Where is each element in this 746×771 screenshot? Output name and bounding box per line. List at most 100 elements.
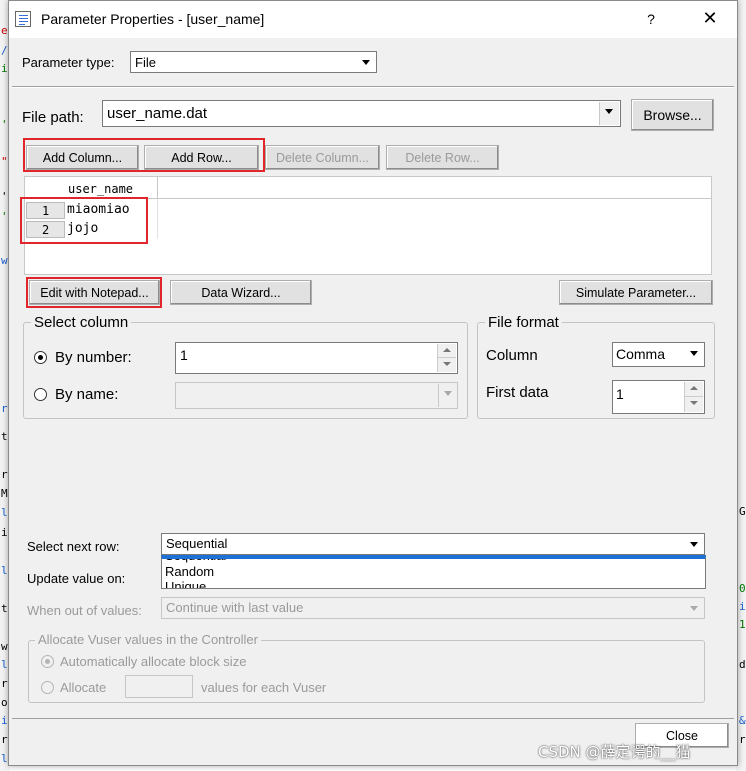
delete-column-button[interactable]: Delete Column... xyxy=(265,145,380,170)
watermark: CSDN @薛定谔的__猫 xyxy=(538,743,691,761)
next-row-dropdown-list[interactable]: Sequential Random Unique xyxy=(161,555,706,589)
manual-allocate-label: Allocate xyxy=(60,680,107,695)
grid-cell[interactable]: miaomiao xyxy=(67,202,130,217)
bg-char: ' xyxy=(1,190,8,203)
first-data-value: 1 xyxy=(616,386,624,402)
window-title: Parameter Properties - [user_name] xyxy=(41,11,265,27)
bg-char: l xyxy=(1,752,8,765)
bg-char: r xyxy=(1,468,8,481)
bg-char: l xyxy=(1,506,8,519)
bg-char: e xyxy=(1,24,8,37)
file-path-input[interactable]: user_name.dat xyxy=(102,100,621,127)
bg-char: t xyxy=(1,430,8,443)
spin-up-icon[interactable] xyxy=(438,344,456,358)
bg-char: i xyxy=(739,600,746,613)
select-next-row-select[interactable]: Sequential xyxy=(161,533,705,555)
row-number: 2 xyxy=(42,223,50,237)
out-of-values-label: When out of values: xyxy=(27,603,142,618)
bg-char: " xyxy=(1,155,8,168)
file-path-label: File path: xyxy=(22,109,84,126)
grid-column-header[interactable]: user_name xyxy=(68,182,133,196)
spin-down-icon[interactable] xyxy=(685,397,703,412)
bg-char: i xyxy=(1,62,8,75)
add-column-button[interactable]: Add Column... xyxy=(26,145,139,170)
bg-char: i xyxy=(1,526,8,539)
chevron-down-icon xyxy=(357,53,375,71)
grid-divider xyxy=(157,177,158,199)
delete-row-button[interactable]: Delete Row... xyxy=(386,145,499,170)
bg-char: r xyxy=(1,402,8,415)
select-column-title: Select column xyxy=(31,314,132,331)
bg-char: r xyxy=(1,733,8,746)
auto-allocate-label: Automatically allocate block size xyxy=(60,654,247,669)
simulate-parameter-button[interactable]: Simulate Parameter... xyxy=(559,280,713,305)
select-next-row-label: Select next row: xyxy=(27,539,120,554)
bg-char: r xyxy=(739,733,746,746)
by-name-label: By name: xyxy=(55,386,119,403)
update-value-label: Update value on: xyxy=(27,571,126,586)
row-number: 1 xyxy=(42,204,50,218)
out-of-values-select[interactable]: Continue with last value xyxy=(161,597,705,619)
chevron-down-icon xyxy=(685,599,703,617)
by-number-radio[interactable] xyxy=(34,351,47,364)
column-format-select[interactable]: Comma xyxy=(612,342,705,367)
bg-char: i xyxy=(1,714,8,727)
bg-char: w xyxy=(1,640,8,653)
bg-char: & xyxy=(739,714,746,727)
window-icon xyxy=(15,11,31,27)
dropdown-option[interactable]: Sequential xyxy=(165,559,226,563)
allocate-title: Allocate Vuser values in the Controller xyxy=(35,632,261,647)
manual-allocate-radio[interactable] xyxy=(41,681,54,694)
bg-char: ' xyxy=(1,210,8,223)
file-format-title: File format xyxy=(485,314,562,331)
bg-char: w xyxy=(1,254,8,267)
by-number-spinner[interactable]: 1 xyxy=(175,342,458,374)
select-next-row-value: Sequential xyxy=(166,536,228,551)
chevron-down-icon xyxy=(438,384,456,407)
parameter-type-value: File xyxy=(135,55,156,70)
out-of-values-value: Continue with last value xyxy=(166,600,304,615)
data-wizard-button[interactable]: Data Wizard... xyxy=(170,280,312,305)
bg-char: d xyxy=(739,658,746,671)
bg-char: ' xyxy=(1,118,8,131)
help-button[interactable]: ? xyxy=(641,11,661,27)
close-icon[interactable]: ✕ xyxy=(699,8,721,29)
grid-cell[interactable]: jojo xyxy=(67,221,98,236)
first-data-spinner[interactable]: 1 xyxy=(612,380,705,414)
manual-allocate-suffix: values for each Vuser xyxy=(201,680,327,695)
row-header[interactable]: 1 xyxy=(26,202,65,219)
bg-char: M xyxy=(1,487,8,500)
column-format-label: Column xyxy=(486,347,538,364)
by-name-select[interactable] xyxy=(175,382,458,409)
parameter-type-select[interactable]: File xyxy=(130,51,377,73)
by-number-label: By number: xyxy=(55,349,132,366)
bg-char: r xyxy=(1,677,8,690)
first-data-label: First data xyxy=(486,384,549,401)
bg-char: G xyxy=(739,505,746,518)
dropdown-option[interactable]: Unique xyxy=(165,579,206,588)
row-header[interactable]: 2 xyxy=(26,221,65,238)
bg-char: 0 xyxy=(739,582,746,595)
by-number-value: 1 xyxy=(180,347,188,363)
chevron-down-icon xyxy=(599,102,619,125)
divider xyxy=(12,718,734,719)
by-name-radio[interactable] xyxy=(34,388,47,401)
spin-down-icon[interactable] xyxy=(438,358,456,372)
dropdown-option[interactable]: Random xyxy=(165,564,214,579)
bg-char: t xyxy=(1,602,8,615)
data-grid[interactable]: user_name 1 miaomiao 2 jojo xyxy=(24,176,712,275)
auto-allocate-radio[interactable] xyxy=(41,655,54,668)
title-bar[interactable]: Parameter Properties - [user_name] ? ✕ xyxy=(9,1,737,38)
allocate-count-input[interactable] xyxy=(125,675,193,698)
browse-button[interactable]: Browse... xyxy=(631,99,714,131)
add-row-button[interactable]: Add Row... xyxy=(144,145,259,170)
edit-with-notepad-button[interactable]: Edit with Notepad... xyxy=(29,280,160,305)
divider xyxy=(12,87,734,88)
chevron-down-icon xyxy=(685,344,703,365)
parameter-type-label: Parameter type: xyxy=(22,55,115,70)
grid-divider xyxy=(157,199,158,239)
spin-up-icon[interactable] xyxy=(685,382,703,397)
column-format-value: Comma xyxy=(616,346,666,362)
bg-char: l xyxy=(1,564,8,577)
bg-char: o xyxy=(1,696,8,709)
